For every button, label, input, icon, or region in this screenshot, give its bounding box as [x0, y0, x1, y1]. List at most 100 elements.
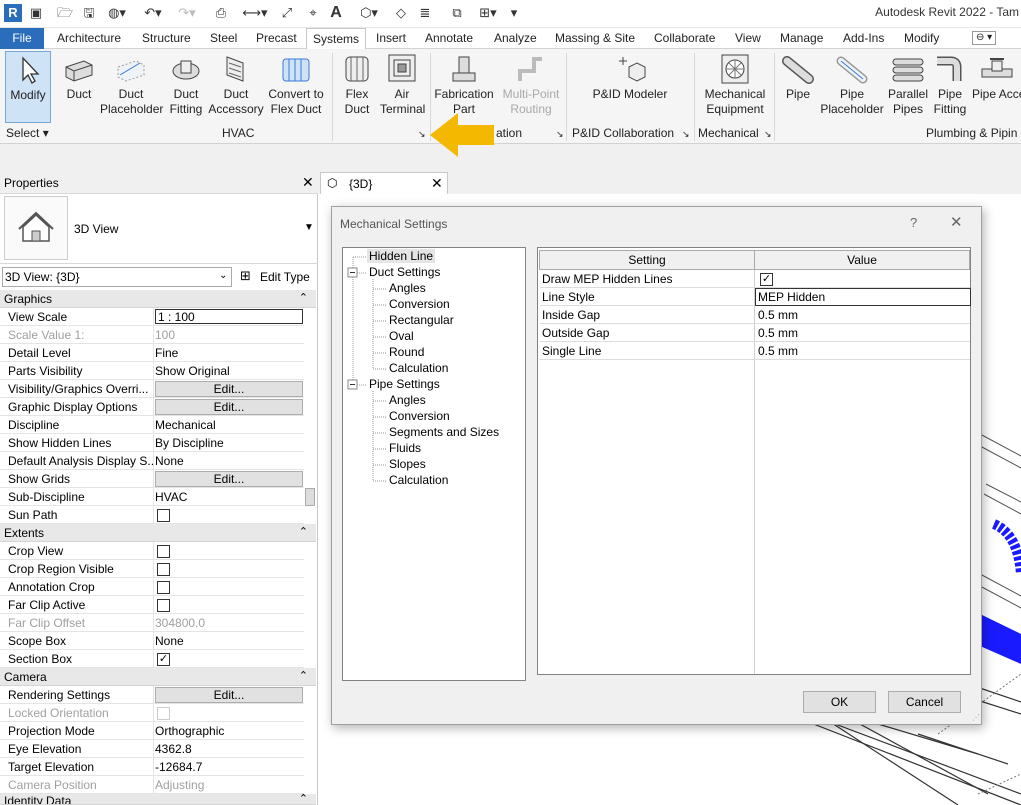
tab-file[interactable]: File — [0, 28, 44, 49]
tab-steel[interactable]: Steel — [210, 28, 237, 49]
revit-logo-icon[interactable]: R — [4, 4, 22, 22]
crop-view-checkbox[interactable] — [157, 545, 170, 558]
flex-duct-button[interactable]: Flex Duct — [336, 53, 378, 117]
group-graphics[interactable]: Graphics ⌃ — [0, 290, 316, 308]
text-icon[interactable]: A — [328, 4, 344, 22]
aligned-dimension-icon[interactable]: ⤢ — [278, 4, 296, 22]
prop-row[interactable]: Eye Elevation 4362.8 — [0, 740, 304, 758]
annotation-crop-checkbox[interactable] — [157, 581, 170, 594]
pipe-fitting-button[interactable]: Pipe Fitting — [930, 53, 970, 117]
prop-row[interactable]: Target Elevation -12684.7 — [0, 758, 304, 776]
ribbon-minimize-icon[interactable]: ⊖ ▾ — [972, 31, 997, 45]
document-tab[interactable]: ⬡ {3D} ✕ — [320, 172, 448, 194]
table-row[interactable]: Line Style MEP Hidden — [540, 288, 971, 306]
tree-item-pipe-angles[interactable]: Angles — [389, 393, 426, 407]
customize-qat-icon[interactable]: ▾ — [508, 4, 520, 22]
section-icon[interactable]: ◇ — [392, 4, 410, 22]
sun-path-checkbox[interactable] — [157, 509, 170, 522]
tab-structure[interactable]: Structure — [142, 28, 191, 49]
air-terminal-button[interactable]: Air Terminal — [380, 53, 425, 117]
crop-region-checkbox[interactable] — [157, 563, 170, 576]
fabrication-dialog-launcher-icon[interactable]: ↘ — [556, 129, 564, 145]
scrollbar-thumb[interactable] — [305, 488, 315, 506]
duct-accessory-button[interactable]: Duct Accessory — [208, 53, 264, 117]
edit-button[interactable]: Edit... — [155, 381, 303, 397]
table-row[interactable]: Draw MEP Hidden Lines ✓ — [540, 270, 970, 288]
tree-item-duct-angles[interactable]: Angles — [389, 281, 426, 295]
duct-fitting-button[interactable]: Duct Fitting — [164, 53, 208, 117]
close-icon[interactable]: ✕ — [431, 175, 443, 192]
mechanical-dialog-launcher-icon[interactable]: ↘ — [764, 129, 772, 145]
close-hidden-icon[interactable]: ⧉ — [448, 4, 466, 22]
3d-view-icon[interactable]: ⬡▾ — [356, 4, 382, 22]
tree-item-pipe-segments[interactable]: Segments and Sizes — [389, 425, 499, 439]
far-clip-checkbox[interactable] — [157, 599, 170, 612]
hvac-dialog-launcher-icon[interactable]: ↘ — [418, 129, 426, 145]
convert-to-flex-duct-button[interactable]: Convert to Flex Duct — [266, 53, 326, 117]
view-scale-input[interactable]: 1 : 100 — [155, 309, 303, 324]
parallel-pipes-button[interactable]: Parallel Pipes — [886, 53, 930, 117]
table-row[interactable]: Inside Gap 0.5 mm — [540, 306, 970, 324]
prop-row[interactable]: Projection Mode Orthographic — [0, 722, 304, 740]
tab-collaborate[interactable]: Collaborate — [654, 28, 715, 49]
tree-item-pipe-fluids[interactable]: Fluids — [389, 441, 421, 455]
redo-icon[interactable]: ↷▾ — [174, 4, 200, 22]
prop-row[interactable]: Sub-Discipline HVAC — [0, 488, 304, 506]
pipe-accessory-button[interactable]: Pipe Accessor — [972, 53, 1021, 102]
tree-item-pipe-conversion[interactable]: Conversion — [389, 409, 450, 423]
close-icon[interactable]: ✕ — [950, 213, 963, 231]
tab-view[interactable]: View — [735, 28, 761, 49]
tag-icon[interactable]: ⌖ — [304, 4, 322, 22]
tab-add-ins[interactable]: Add-Ins — [843, 28, 884, 49]
pipe-button[interactable]: Pipe — [778, 53, 818, 102]
group-identity-data[interactable]: Identity Data ⌃ — [0, 794, 316, 805]
tree-item-hidden-line[interactable]: Hidden Line — [367, 249, 436, 263]
mechanical-equipment-button[interactable]: Mechanical Equipment — [700, 53, 770, 117]
undo-icon[interactable]: ↶▾ — [140, 4, 166, 22]
tree-item-pipe-calculation[interactable]: Calculation — [389, 473, 448, 487]
group-extents[interactable]: Extents ⌃ — [0, 524, 316, 542]
tab-massing-site[interactable]: Massing & Site — [555, 28, 635, 49]
resize-grip-icon[interactable]: ⋰ — [972, 713, 980, 722]
pipe-placeholder-button[interactable]: Pipe Placeholder — [818, 53, 886, 117]
section-box-checkbox[interactable]: ✓ — [157, 653, 170, 666]
tree-item-duct-conversion[interactable]: Conversion — [389, 297, 450, 311]
edit-type-button[interactable]: ⊞ Edit Type — [238, 267, 316, 287]
print-icon[interactable]: ⎙ — [212, 4, 230, 22]
thin-lines-icon[interactable]: ≣ — [416, 4, 434, 22]
tree-item-duct-oval[interactable]: Oval — [389, 329, 414, 343]
tree-item-pipe-slopes[interactable]: Slopes — [389, 457, 426, 471]
tab-modify[interactable]: Modify — [904, 28, 939, 49]
modify-button[interactable]: Modify — [5, 51, 51, 123]
fabrication-part-button[interactable]: Fabrication Part — [432, 53, 496, 117]
tab-systems[interactable]: Systems — [306, 28, 367, 50]
group-camera[interactable]: Camera ⌃ — [0, 668, 316, 686]
table-row[interactable]: Single Line 0.5 mm — [540, 342, 970, 360]
home-icon[interactable]: ▣ — [28, 4, 44, 22]
help-icon[interactable]: ? — [910, 215, 917, 230]
duct-button[interactable]: Duct — [58, 53, 100, 102]
prop-row[interactable]: Discipline Mechanical — [0, 416, 304, 434]
tree-item-duct-settings[interactable]: Duct Settings — [369, 265, 440, 279]
tab-manage[interactable]: Manage — [780, 28, 823, 49]
duct-placeholder-button[interactable]: Duct Placeholder — [100, 53, 163, 117]
tree-item-duct-calculation[interactable]: Calculation — [389, 361, 448, 375]
cancel-button[interactable]: Cancel — [888, 691, 961, 713]
multi-point-routing-button[interactable]: Multi-Point Routing — [498, 53, 564, 117]
save-icon[interactable]: 🖫 — [80, 4, 98, 22]
sync-icon[interactable]: ◍▾ — [104, 4, 130, 22]
draw-mep-hidden-lines-checkbox[interactable]: ✓ — [760, 273, 773, 286]
type-selector[interactable]: 3D View ▼ — [0, 194, 318, 264]
close-icon[interactable]: ✕ — [302, 174, 314, 191]
prop-row[interactable]: Default Analysis Display S... None — [0, 452, 304, 470]
tab-architecture[interactable]: Architecture — [57, 28, 121, 49]
tab-annotate[interactable]: Annotate — [425, 28, 473, 49]
prop-row[interactable]: Parts Visibility Show Original — [0, 362, 304, 380]
prop-row[interactable]: Scope Box None — [0, 632, 304, 650]
edit-button[interactable]: Edit... — [155, 471, 303, 487]
open-icon[interactable]: 🗁 — [56, 4, 74, 22]
prop-row[interactable]: Show Hidden Lines By Discipline — [0, 434, 304, 452]
tree-item-duct-rectangular[interactable]: Rectangular — [389, 313, 454, 327]
edit-button[interactable]: Edit... — [155, 399, 303, 415]
edit-button[interactable]: Edit... — [155, 687, 303, 703]
